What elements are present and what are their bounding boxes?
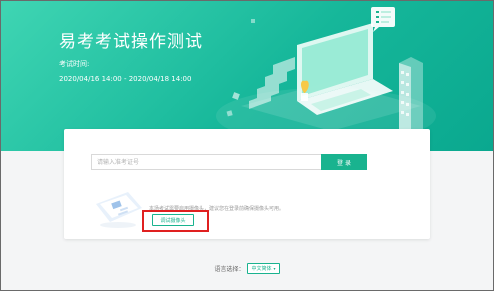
- login-card: 登 录 本场考试需要启用摄像头，建议您在登录前确保摄像头可用。 调试摄像头: [64, 129, 430, 239]
- browser-frame: 易考考试操作测试 考试时间: 2020/04/16 14:00 - 2020/0…: [0, 0, 494, 291]
- camera-tip-text: 本场考试需要启用摄像头，建议您在登录前确保摄像头可用。: [149, 206, 285, 212]
- camera-card-icon: [96, 192, 142, 228]
- exam-time-label: 考试时间:: [59, 60, 90, 68]
- chevron-down-icon: ▾: [273, 266, 276, 271]
- language-select[interactable]: 中文简体 ▾: [247, 263, 280, 274]
- language-selector-row: 语言选择： 中文简体 ▾: [1, 263, 493, 274]
- exam-time-range: 2020/04/16 14:00 - 2020/04/18 14:00: [59, 75, 192, 83]
- login-button[interactable]: 登 录: [321, 154, 367, 170]
- admission-ticket-input[interactable]: [91, 154, 321, 170]
- chat-bubble-icon: [371, 7, 395, 32]
- language-label: 语言选择：: [214, 266, 245, 273]
- test-camera-button[interactable]: 调试摄像头: [152, 214, 194, 226]
- exam-title: 易考考试操作测试: [59, 32, 203, 52]
- language-selected-value: 中文简体: [251, 266, 272, 272]
- building-icon: [399, 57, 423, 131]
